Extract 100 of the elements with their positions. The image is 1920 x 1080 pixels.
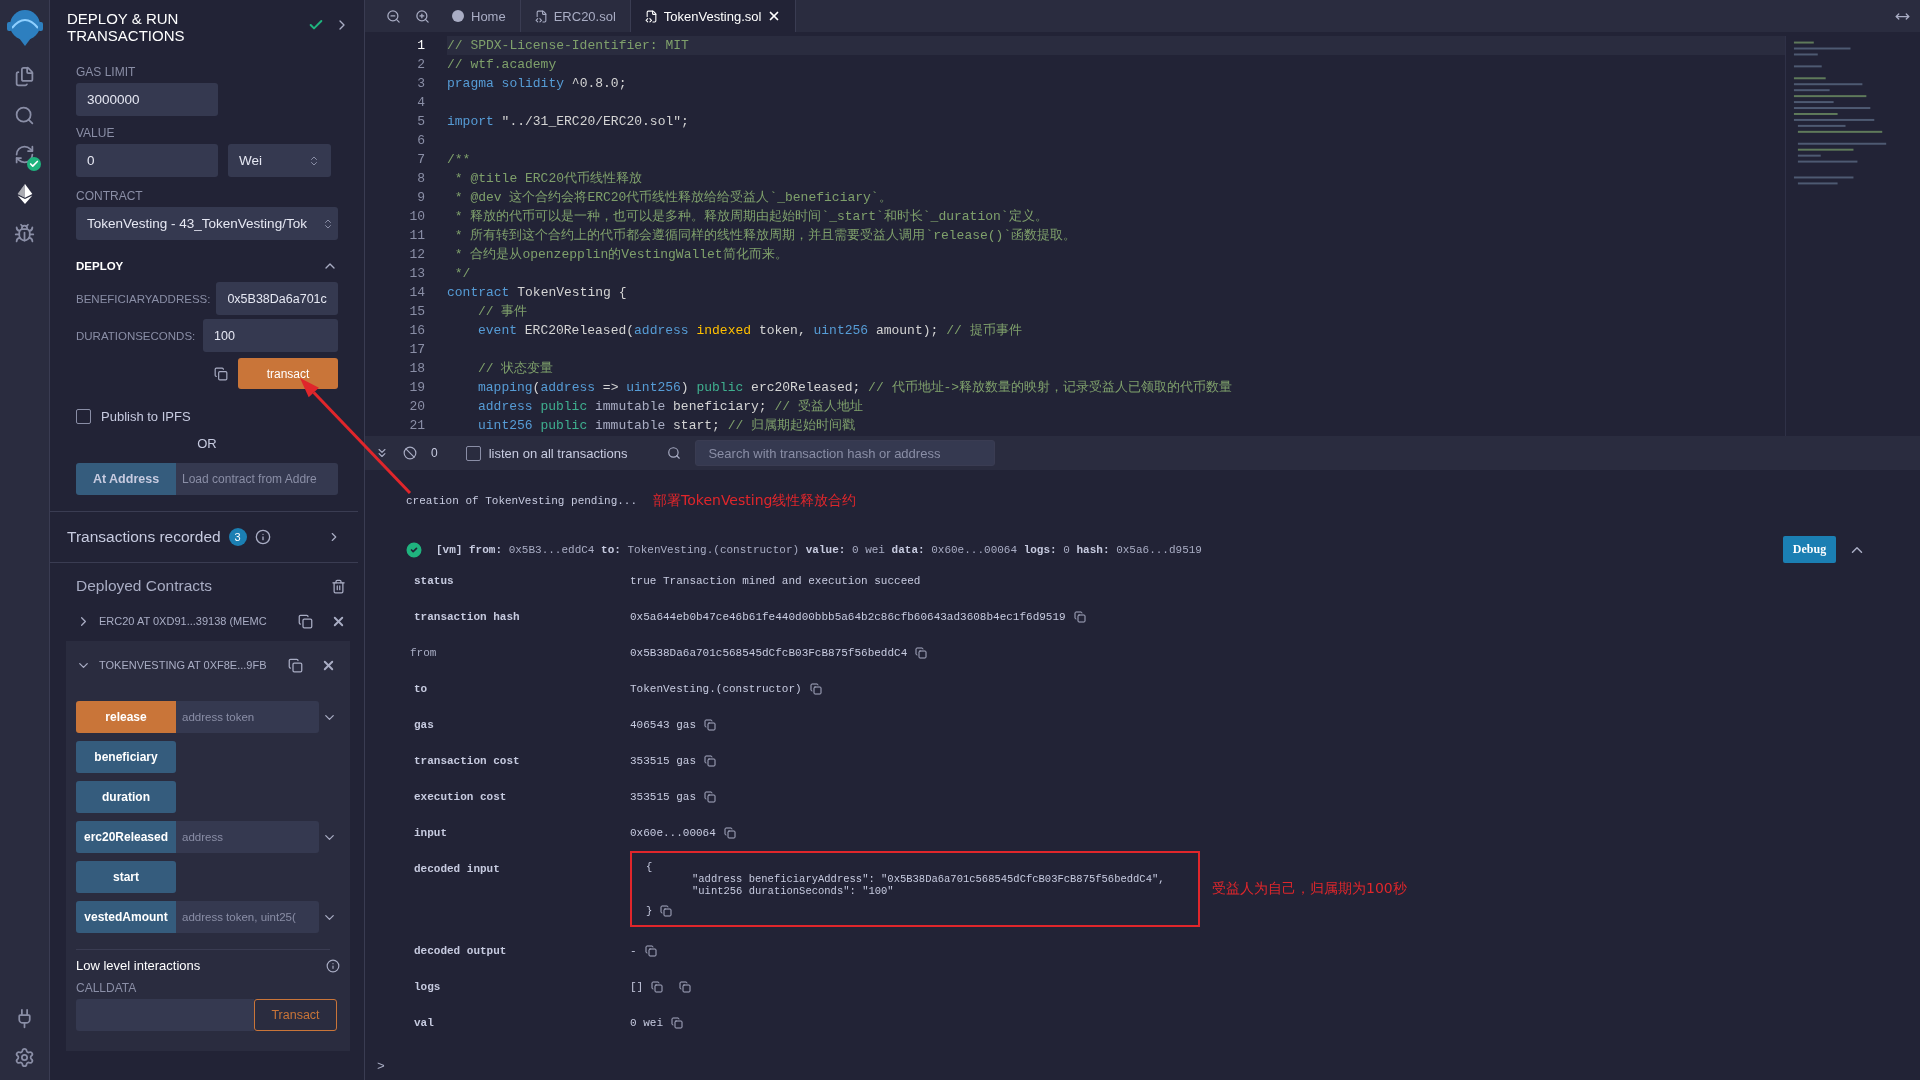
copy-icon[interactable] <box>671 1017 683 1029</box>
copy-icon[interactable] <box>644 945 657 957</box>
debug-button[interactable]: Debug <box>1783 536 1836 563</box>
contract-name[interactable]: ERC20 AT 0XD91...39138 (MEMC <box>99 615 290 627</box>
field-label: CALLDATA <box>75 981 138 995</box>
copy-icon[interactable] <box>915 647 928 659</box>
field-value: [] <box>630 981 644 993</box>
field-value: TokenVesting.(constructor) <box>630 683 802 695</box>
line-number: 7 <box>417 151 425 169</box>
function-button[interactable]: beneficiary <box>76 741 176 773</box>
calldata-input[interactable] <box>76 999 254 1031</box>
editor-tab[interactable]: Home <box>437 0 521 32</box>
files-icon[interactable] <box>14 66 35 87</box>
field-label: val <box>414 1017 435 1029</box>
editor-tab[interactable]: ERC20.sol <box>520 0 631 32</box>
code-line: * 所有转到这个合约上的代币都会遵循同样的线性释放周期，并且需要受益人调用`release()`函数提取。 <box>453 227 1078 245</box>
clear-icon[interactable] <box>403 446 417 460</box>
copy-icon[interactable] <box>1073 611 1086 623</box>
copy-icon[interactable] <box>214 366 228 381</box>
info-icon[interactable] <box>326 958 340 973</box>
copy-icon[interactable] <box>704 755 716 767</box>
contract-address-input[interactable]: Load contract from Addre <box>176 463 338 495</box>
unit-select[interactable]: Wei <box>228 144 331 177</box>
checkbox[interactable] <box>76 409 91 424</box>
copy-icon[interactable] <box>651 981 664 993</box>
argument-input[interactable]: address token, uint25( <box>176 901 319 933</box>
field-value: 406543 gas <box>630 719 696 731</box>
search-icon[interactable] <box>14 105 35 126</box>
code-line: // wtf.academy <box>447 56 558 74</box>
log-message: creation of TokenVesting pending... <box>406 495 638 507</box>
field-label: GAS LIMIT <box>76 65 137 79</box>
code-line: pragma solidity ^0.8.0; <box>447 75 628 93</box>
panel-title: DEPLOY & RUN TRANSACTIONS <box>67 10 186 44</box>
line-number: 15 <box>409 303 425 321</box>
collapse-icon[interactable] <box>375 446 389 460</box>
copy-icon[interactable] <box>288 657 303 673</box>
editor-tab[interactable]: TokenVesting.sol <box>630 0 797 32</box>
line-number: 19 <box>409 379 425 397</box>
argument-input[interactable]: address token <box>176 701 319 733</box>
code-line: /** <box>447 151 472 169</box>
function-button[interactable]: start <box>76 861 176 893</box>
field-label: from <box>410 647 438 659</box>
code-line: event ERC20Released(address indexed token, uint256 amount); // 提币事件 <box>477 322 1023 340</box>
parameter-label: BENEFICIARYADDRESS: <box>76 292 211 305</box>
code-line: address public immutable beneficiary; // 受益人地址 <box>477 398 864 416</box>
function-button[interactable]: duration <box>76 781 176 813</box>
line-number: 9 <box>417 189 425 207</box>
section-title: Low level interactions <box>76 958 201 973</box>
line-number: 2 <box>417 56 425 74</box>
cycle-arrows-icon[interactable] <box>14 144 35 165</box>
field-value: 0 wei <box>630 1017 663 1029</box>
line-number: 11 <box>409 227 425 245</box>
transactions-recorded-label[interactable]: Transactions recorded <box>67 528 221 546</box>
gas-limit-field[interactable]: 3000000 <box>76 83 218 116</box>
code-line: // 状态变量 <box>477 360 555 378</box>
field-value: - <box>630 945 637 957</box>
parameter-label: DURATIONSECONDS: <box>76 329 196 342</box>
contract-name[interactable]: TOKENVESTING AT 0XF8E...9FB <box>99 659 280 671</box>
copy-icon[interactable] <box>809 683 822 695</box>
transact-button[interactable]: Transact <box>254 999 337 1031</box>
line-number: 8 <box>417 170 425 188</box>
deploy-label: DEPLOY <box>76 260 124 272</box>
checkbox[interactable] <box>465 445 481 461</box>
trash-icon[interactable] <box>331 578 346 594</box>
line-number: 14 <box>409 284 425 302</box>
code-line: uint256 public immutable start; // 归属期起始时间戳 <box>477 417 857 435</box>
copy-icon[interactable] <box>679 981 692 993</box>
copy-icon[interactable] <box>704 791 716 803</box>
copy-icon[interactable] <box>298 613 313 629</box>
parameter-field[interactable]: 0x5B38Da6a701c <box>216 282 338 315</box>
settings-icon[interactable] <box>14 1047 35 1068</box>
copy-icon[interactable] <box>723 827 736 839</box>
search-field[interactable]: Search with transaction hash or address <box>695 440 996 466</box>
code-file-icon <box>644 9 658 23</box>
line-number: 16 <box>409 322 425 340</box>
field-label: transaction hash <box>414 611 521 623</box>
bug-icon[interactable] <box>14 223 35 244</box>
field-value: 0x5B38Da6a701c568545dCfcB03FcB875f56beddC4 <box>630 647 908 659</box>
search-icon <box>667 446 682 460</box>
function-button[interactable]: vestedAmount <box>76 901 176 933</box>
field-label: input <box>414 827 448 839</box>
argument-input[interactable]: address <box>176 821 319 853</box>
info-icon[interactable] <box>254 529 271 545</box>
value-field[interactable]: 0 <box>76 144 218 177</box>
at-address-button[interactable]: At Address <box>76 463 176 495</box>
line-number: 17 <box>409 341 425 359</box>
copy-icon[interactable] <box>660 905 673 917</box>
contract-select[interactable]: TokenVesting - 43_TokenVesting/Tok <box>76 207 338 240</box>
line-number: 5 <box>417 113 425 131</box>
line-number: 1 <box>417 37 425 55</box>
line-number: 20 <box>409 398 425 416</box>
transaction-summary[interactable]: [vm] from: 0x5B3...eddC4 to: TokenVesting.(constructor) value: 0 wei data: 0x60e...00064 logs: 0 hash: 0x5a6...d9519 <box>436 543 1771 556</box>
prompt-icon: > <box>377 1059 385 1074</box>
json-line: "uint256 durationSeconds": "100" <box>692 885 894 897</box>
or-label: OR <box>197 436 217 451</box>
parameter-field[interactable]: 100 <box>203 319 338 352</box>
field-value: 353515 gas <box>630 755 696 767</box>
copy-icon[interactable] <box>704 719 716 731</box>
field-value: 0x5a644eb0b47ce46b61fe440d00bbb5a64b2c86cfb60643ad3608b4ec1f6d9519 <box>630 611 1066 623</box>
function-button[interactable]: erc20Released <box>76 821 176 853</box>
